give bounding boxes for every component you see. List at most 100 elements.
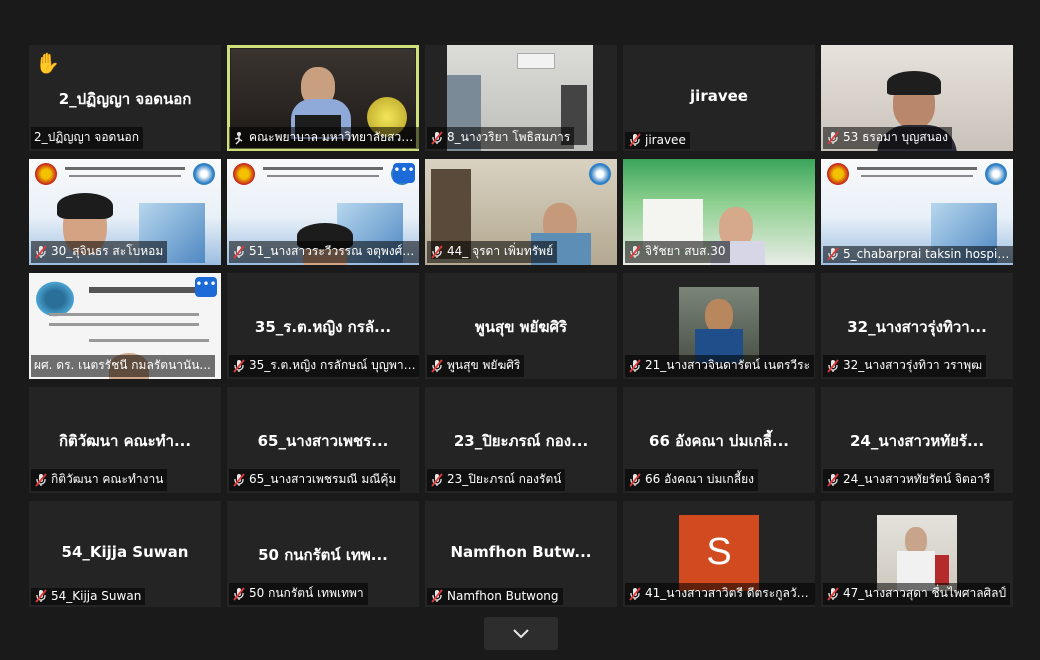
more-options-button[interactable]: ••• [195,277,217,297]
participant-tile[interactable]: 53 ธรอมา บุญสนอง [821,45,1013,151]
participant-display-name: พูนสุข พยัฆศิริ [474,318,568,336]
participant-name-label: 21_นางสาวจินดารัตน์ เนตรวีระ [625,355,815,377]
participant-tile[interactable]: jiravee jiravee [623,45,815,151]
participant-tile[interactable]: 21_นางสาวจินดารัตน์ เนตรวีระ [623,273,815,379]
participant-name-label: 8_นางวริยา โพธิสมภาร [427,127,575,149]
participant-tile[interactable]: 8_นางวริยา โพธิสมภาร [425,45,617,151]
participant-name-label: คณะพยาบาล มหาวิทยาลัยสวน... [229,127,419,149]
participant-tile[interactable]: กิติวัฒนา คณะทำ... กิติวัฒนา คณะทำงาน [29,387,221,493]
gallery-toggle-button[interactable] [484,617,558,650]
participant-display-name: 50 กนกรัตน์ เทพ... [258,546,388,564]
participant-name-label: 47_นางสาวสุดา ชื่นไพศาลศิลป์ [823,583,1011,605]
participant-name: 21_นางสาวจินดารัตน์ เนตรวีระ [645,358,811,372]
mic-muted-icon [629,472,641,487]
participant-name: 5_chabarprai taksin hospital [843,247,1012,261]
participant-name: 66 อังคณา บ่มเกลี้ยง [645,472,755,486]
participant-tile[interactable]: 65_นางสาวเพชร... 65_นางสาวเพชรมณี มณีคุ้ม [227,387,419,493]
mic-muted-icon [431,244,443,259]
participant-display-name: 35_ร.ต.หญิง กรลั... [254,318,392,336]
participant-tile[interactable]: 2_ปฏิญญา จอดนอก ✋ 2_ปฏิญญา จอดนอก [29,45,221,151]
participant-display-name: jiravee [690,87,748,105]
participant-name: Namfhon Butwong [447,589,559,603]
participant-name-label: จิรัชยา สบส.30 [625,241,730,263]
participant-name-label: 35_ร.ต.หญิง กรลักษณ์ บุญพาสุข [229,355,419,377]
participant-name: กิติวัฒนา คณะทำงาน [51,472,164,486]
participant-name-label: พูนสุข พยัฆศิริ [427,355,525,377]
participant-tile[interactable]: 35_ร.ต.หญิง กรลั... 35_ร.ต.หญิง กรลักษณ์ … [227,273,419,379]
participant-name: 8_นางวริยา โพธิสมภาร [447,130,571,144]
participant-name-label: 32_นางสาวรุ่งทิวา วราพุฒ [823,355,987,377]
mic-muted-icon [827,472,839,487]
chevron-down-icon [513,629,529,639]
participant-tile[interactable]: 24_นางสาวหทัยรั... 24_นางสาวหทัยรัตน์ จิต… [821,387,1013,493]
participant-display-name: Namfhon Butw... [450,543,592,561]
participant-tile[interactable]: 54_Kijja Suwan 54_Kijja Suwan [29,501,221,607]
participant-grid: 2_ปฏิญญา จอดนอก ✋ 2_ปฏิญญา จอดนอกคณะพยาบาล… [29,45,1013,611]
participant-name: 32_นางสาวรุ่งทิวา วราพุฒ [843,358,983,372]
participant-tile[interactable]: 47_นางสาวสุดา ชื่นไพศาลศิลป์ [821,501,1013,607]
participant-tile[interactable]: ••• ผศ. ดร. เนตรรัชนี กมลรัตนานัน... [29,273,221,379]
participant-tile[interactable]: 30_สุจินธร สะโบหอม [29,159,221,265]
mic-muted-icon [827,130,839,145]
participant-name-label: 30_สุจินธร สะโบหอม [31,241,168,263]
participant-name-label: 5_chabarprai taksin hospital [823,246,1013,263]
participant-tile[interactable]: จิรัชยา สบส.30 [623,159,815,265]
mic-muted-icon [827,586,839,601]
mic-muted-icon [431,472,443,487]
participant-name: พูนสุข พยัฆศิริ [447,358,521,372]
participant-name-label: 53 ธรอมา บุญสนอง [823,127,952,149]
video-feed [679,287,759,363]
participant-tile[interactable]: Namfhon Butw... Namfhon Butwong [425,501,617,607]
participant-display-name: 65_นางสาวเพชร... [257,432,389,450]
participant-display-name: 24_นางสาวหทัยรั... [849,432,985,450]
mic-muted-icon [35,244,47,259]
participant-name: 30_สุจินธร สะโบหอม [51,244,164,258]
participant-name: jiravee [645,133,686,147]
participant-name-label: 66 อังคณา บ่มเกลี้ยง [625,469,759,491]
participant-name-label: 50 กนกรัตน์ เทพเทพา [229,583,368,605]
participant-tile[interactable]: 5_chabarprai taksin hospital [821,159,1013,265]
participant-name: 35_ร.ต.หญิง กรลักษณ์ บุญพาสุข [249,358,418,372]
participant-display-name: 32_นางสาวรุ่งทิวา... [847,318,987,336]
participant-tile[interactable]: 66 อังคณา บ่มเกลี้... 66 อังคณา บ่มเกลี้ย… [623,387,815,493]
avatar: S [679,515,759,591]
participant-tile[interactable]: 32_นางสาวรุ่งทิวา... 32_นางสาวรุ่งทิวา วร… [821,273,1013,379]
participant-name: คณะพยาบาล มหาวิทยาลัยสวน... [249,130,418,144]
participant-name-label: 54_Kijja Suwan [31,588,146,605]
mic-muted-icon [233,472,245,487]
participant-tile[interactable]: 23_ปิยะภรณ์ กอง... 23_ปิยะภรณ์ กองรัตน์ [425,387,617,493]
participant-name: 50 กนกรัตน์ เทพเทพา [249,586,364,600]
mic-muted-icon [431,589,443,603]
participant-name-label: 41_นางสาวสาวิตรี ดีตระกูลวัฒน... [625,583,815,605]
participant-name: 53 ธรอมา บุญสนอง [843,130,948,144]
participant-tile[interactable]: ••• 51_นางสาวระวีวรรณ จตุพงศ์ก... [227,159,419,265]
more-options-button[interactable]: ••• [393,163,415,183]
participant-name: 41_นางสาวสาวิตรี ดีตระกูลวัฒน... [645,586,814,600]
participant-name-label: 2_ปฏิญญา จอดนอก [31,127,144,149]
avatar-letter: S [706,531,732,573]
participant-name: ผศ. ดร. เนตรรัชนี กมลรัตนานัน... [34,358,211,372]
participant-name: 2_ปฏิญญา จอดนอก [34,130,140,144]
participant-display-name: 2_ปฏิญญา จอดนอก [58,90,192,108]
mic-muted-icon [629,133,641,147]
participant-name: จิรัชยา สบส.30 [645,244,726,258]
mic-muted-icon [233,244,245,259]
participant-name-label: 65_นางสาวเพชรมณี มณีคุ้ม [229,469,401,491]
participant-tile[interactable]: 50 กนกรัตน์ เทพ... 50 กนกรัตน์ เทพเทพา [227,501,419,607]
participant-name: 23_ปิยะภรณ์ กองรัตน์ [447,472,562,486]
participant-name-label: jiravee [625,132,690,149]
mic-muted-icon [827,247,839,261]
participant-tile[interactable]: S 41_นางสาวสาวิตรี ดีตระกูลวัฒน... [623,501,815,607]
video-feed [877,515,957,591]
participant-name-label: กิติวัฒนา คณะทำงาน [31,469,168,491]
participant-tile[interactable]: พูนสุข พยัฆศิริ พูนสุข พยัฆศิริ [425,273,617,379]
speaking-icon [234,131,243,144]
mic-muted-icon [629,586,641,601]
participant-name: 24_นางสาวหทัยรัตน์ จิตอารี [843,472,991,486]
participant-tile[interactable]: 44_ จุรดา เพิ่มทรัพย์ [425,159,617,265]
participant-tile[interactable]: คณะพยาบาล มหาวิทยาลัยสวน... [227,45,419,151]
participant-display-name: กิติวัฒนา คณะทำ... [58,432,192,450]
mic-muted-icon [629,358,641,373]
participant-name-label: ผศ. ดร. เนตรรัชนี กมลรัตนานัน... [31,355,215,377]
participant-name: 54_Kijja Suwan [51,589,142,603]
